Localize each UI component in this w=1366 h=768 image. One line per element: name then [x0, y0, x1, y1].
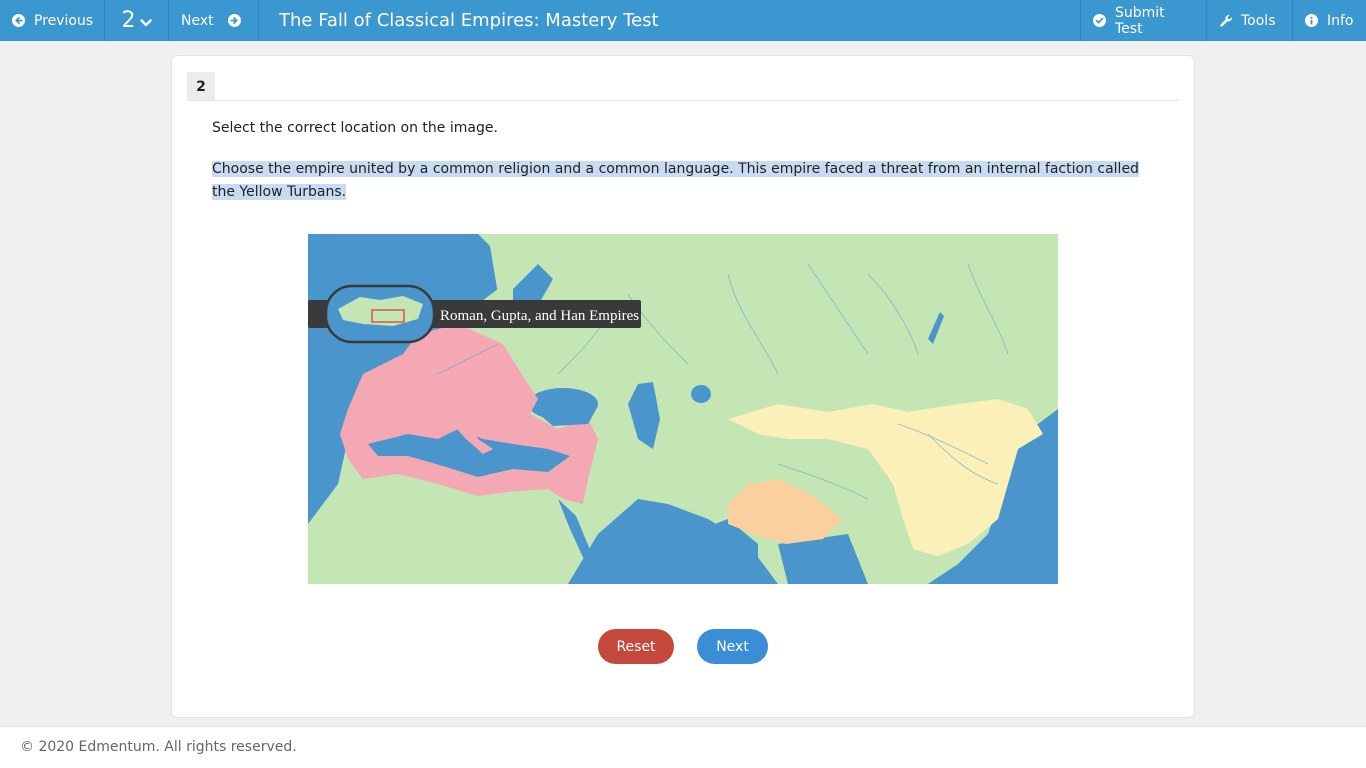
- empires-map-graphic: Roman, Gupta, and Han Empires: [308, 234, 1058, 584]
- question-number-badge: 2: [187, 72, 215, 101]
- next-button[interactable]: Next: [697, 629, 768, 664]
- info-label: Info: [1327, 12, 1354, 29]
- divider: [187, 100, 1179, 101]
- submit-label: Submit Test: [1115, 4, 1165, 37]
- toolbar-right-group: Submit Test Tools Info: [1080, 0, 1366, 41]
- next-label: Next: [181, 12, 214, 29]
- check-circle-icon: [1093, 14, 1106, 27]
- arrow-right-circle-icon: [227, 14, 241, 27]
- aral-sea: [691, 385, 711, 403]
- test-title: The Fall of Classical Empires: Mastery T…: [279, 10, 659, 31]
- tools-label: Tools: [1241, 12, 1276, 29]
- map-legend-title: Roman, Gupta, and Han Empires: [440, 308, 639, 324]
- chevron-down-icon: [139, 18, 152, 28]
- wrench-icon: [1219, 14, 1233, 28]
- footer: © 2020 Edmentum. All rights reserved.: [0, 726, 1366, 768]
- copyright-text: © 2020 Edmentum. All rights reserved.: [20, 739, 297, 755]
- next-question-button[interactable]: Next: [169, 0, 259, 41]
- question-prompt-text: Choose the empire united by a common rel…: [212, 161, 1139, 200]
- question-selector[interactable]: 2: [105, 0, 169, 41]
- top-toolbar: Previous 2 Next The Fall of Classical Em…: [0, 0, 1366, 41]
- question-instruction: Select the correct location on the image…: [212, 120, 498, 136]
- submit-test-button[interactable]: Submit Test: [1080, 0, 1206, 41]
- question-prompt: Choose the empire united by a common rel…: [212, 158, 1152, 204]
- tools-button[interactable]: Tools: [1206, 0, 1292, 41]
- previous-button[interactable]: Previous: [0, 0, 105, 41]
- previous-label: Previous: [34, 12, 94, 29]
- info-circle-icon: [1305, 14, 1318, 27]
- arrow-left-circle-icon: [12, 14, 25, 27]
- empires-map[interactable]: Roman, Gupta, and Han Empires: [308, 234, 1058, 584]
- question-selector-number: 2: [121, 8, 136, 33]
- question-card: 2 Select the correct location on the ima…: [171, 55, 1195, 718]
- info-button[interactable]: Info: [1292, 0, 1366, 41]
- reset-button[interactable]: Reset: [598, 629, 674, 664]
